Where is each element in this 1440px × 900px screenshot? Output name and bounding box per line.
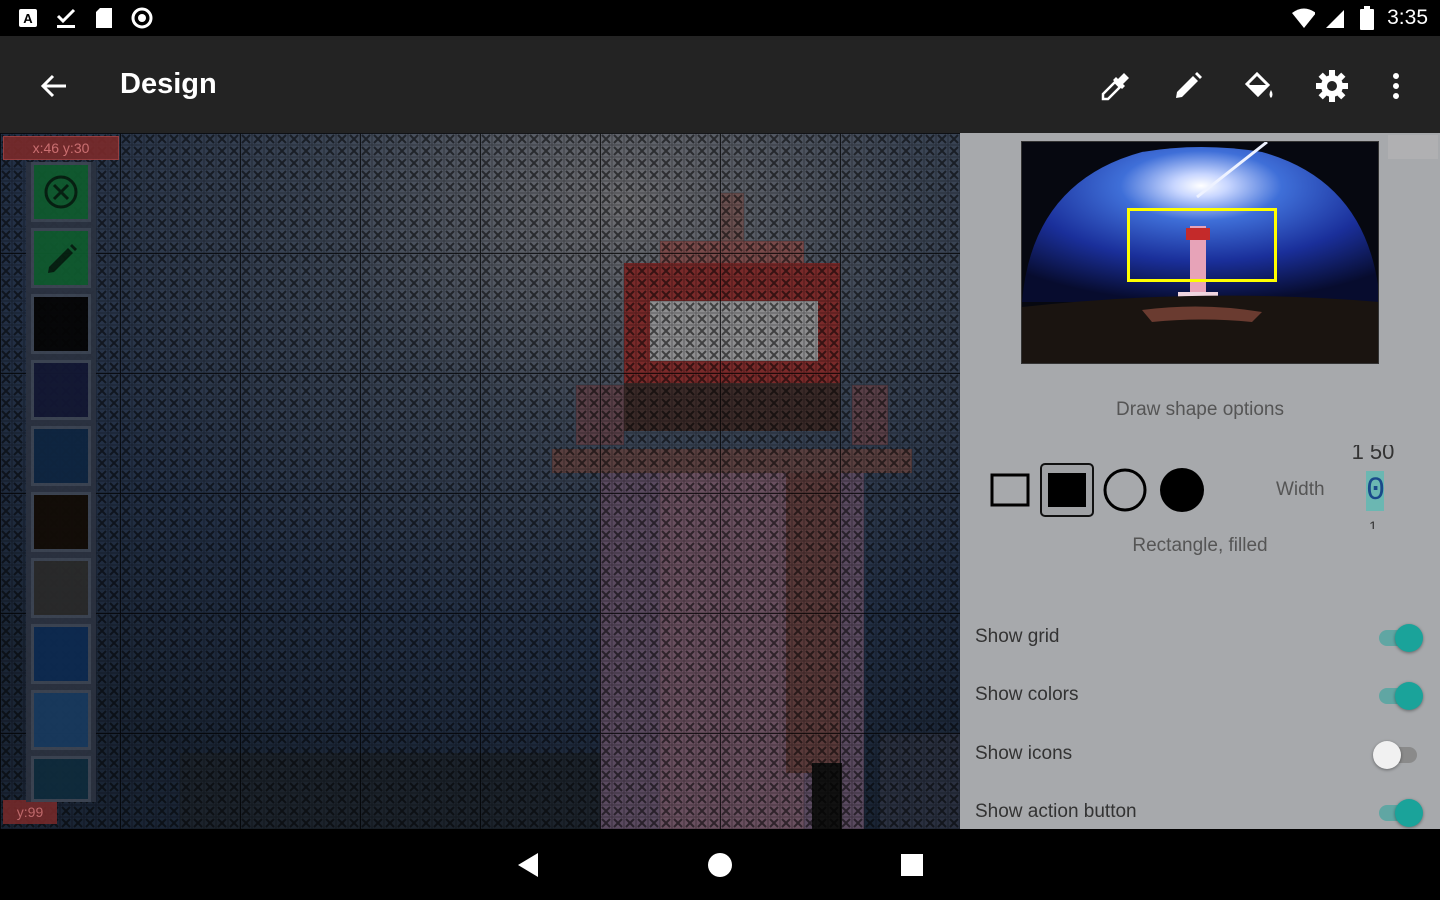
switch-thumb bbox=[1395, 799, 1423, 827]
rectangle-outline-icon bbox=[990, 473, 1030, 507]
navigation-bar bbox=[0, 829, 1440, 900]
pencil-icon bbox=[1176, 72, 1202, 98]
cross-stitch-canvas bbox=[0, 133, 960, 829]
pencil-button[interactable] bbox=[1166, 64, 1210, 108]
font-notification-icon: A bbox=[16, 6, 40, 30]
page-title: Design bbox=[120, 68, 217, 100]
app-bar: Design bbox=[0, 36, 1440, 133]
show-grid-switch[interactable] bbox=[1373, 622, 1425, 654]
cancel-circle-icon bbox=[44, 175, 78, 209]
download-done-icon bbox=[54, 6, 78, 30]
toggle-row-show-icons: Show icons bbox=[975, 735, 1425, 775]
show-action-button-switch[interactable] bbox=[1373, 797, 1425, 829]
color-swatch[interactable] bbox=[31, 492, 91, 552]
panel-corner-tab bbox=[1388, 135, 1438, 159]
color-swatch[interactable] bbox=[31, 558, 91, 618]
cancel-swatch-button[interactable] bbox=[31, 162, 91, 222]
color-swatch[interactable] bbox=[31, 690, 91, 750]
circle-outline-button[interactable] bbox=[1098, 463, 1152, 517]
color-swatch[interactable] bbox=[31, 624, 91, 684]
battery-icon bbox=[1355, 6, 1379, 30]
settings-button[interactable] bbox=[1310, 64, 1354, 108]
selected-shape-caption: Rectangle, filled bbox=[1132, 535, 1268, 556]
width-picker-next[interactable]: 1 bbox=[1350, 517, 1396, 529]
rectangle-outline-button[interactable] bbox=[983, 463, 1037, 517]
options-panel: Draw shape options Width 1 50 0 1 Rectan… bbox=[960, 133, 1440, 829]
design-canvas[interactable] bbox=[0, 133, 960, 829]
home-circle-icon bbox=[708, 853, 732, 877]
more-options-button[interactable] bbox=[1374, 64, 1418, 108]
width-value[interactable]: 0 bbox=[1366, 471, 1385, 511]
draw-swatch-button[interactable] bbox=[31, 228, 91, 288]
show-colors-switch[interactable] bbox=[1373, 680, 1425, 712]
arrow-back-icon bbox=[40, 74, 66, 98]
toggle-label: Show colors bbox=[975, 684, 1079, 705]
nav-home-button[interactable] bbox=[700, 847, 740, 883]
rectangle-filled-button[interactable] bbox=[1040, 463, 1094, 517]
circle-outline-icon bbox=[1103, 468, 1147, 512]
toggle-row-show-action-button: Show action button bbox=[975, 793, 1425, 829]
show-icons-switch[interactable] bbox=[1373, 739, 1425, 771]
color-swatch[interactable] bbox=[31, 360, 91, 420]
color-swatch[interactable] bbox=[31, 294, 91, 354]
coordinates-label: x:46 y:30 bbox=[3, 136, 119, 160]
switch-thumb bbox=[1395, 682, 1423, 710]
status-time: 3:35 bbox=[1387, 6, 1428, 29]
eyedropper-icon bbox=[1101, 73, 1129, 101]
width-label: Width bbox=[1276, 479, 1325, 500]
toggle-row-show-colors: Show colors bbox=[975, 676, 1425, 716]
toggle-label: Show grid bbox=[975, 626, 1060, 647]
switch-thumb bbox=[1395, 624, 1423, 652]
wifi-icon bbox=[1291, 6, 1316, 30]
y-coordinate-label: y:99 bbox=[3, 800, 57, 824]
draw-shape-options-title: Draw shape options bbox=[1116, 399, 1284, 420]
switch-thumb bbox=[1373, 741, 1401, 769]
color-swatch[interactable] bbox=[31, 426, 91, 486]
width-picker-prev[interactable]: 1 50 bbox=[1350, 445, 1396, 463]
paint-bucket-icon bbox=[1244, 71, 1273, 98]
paint-bucket-button[interactable] bbox=[1238, 64, 1282, 108]
more-vert-icon bbox=[1393, 73, 1399, 99]
color-palette bbox=[26, 162, 96, 802]
circle-filled-icon bbox=[1160, 468, 1204, 512]
toggle-label: Show action button bbox=[975, 801, 1137, 822]
sync-circle-icon bbox=[130, 6, 154, 30]
back-triangle-icon bbox=[518, 853, 538, 877]
nav-back-button[interactable] bbox=[508, 847, 548, 883]
settings-icon bbox=[1316, 70, 1348, 102]
circle-filled-button[interactable] bbox=[1155, 463, 1209, 517]
rectangle-filled-icon bbox=[1048, 473, 1086, 507]
toggle-row-show-grid: Show grid bbox=[975, 618, 1425, 658]
back-button[interactable] bbox=[30, 64, 78, 108]
width-number-picker[interactable]: 1 50 0 1 bbox=[1350, 445, 1396, 537]
pencil-icon bbox=[48, 244, 77, 273]
recents-square-icon bbox=[901, 854, 923, 876]
svg-text:A: A bbox=[23, 11, 33, 26]
sd-card-icon bbox=[92, 6, 116, 30]
cell-signal-icon bbox=[1323, 6, 1347, 30]
status-bar: A 3:35 bbox=[0, 0, 1440, 36]
color-swatch[interactable] bbox=[31, 756, 91, 802]
viewport-indicator[interactable] bbox=[1127, 208, 1277, 282]
nav-recents-button[interactable] bbox=[892, 847, 932, 883]
preview-thumbnail[interactable] bbox=[1021, 141, 1379, 364]
eyedropper-button[interactable] bbox=[1094, 64, 1138, 108]
toggle-label: Show icons bbox=[975, 743, 1073, 764]
